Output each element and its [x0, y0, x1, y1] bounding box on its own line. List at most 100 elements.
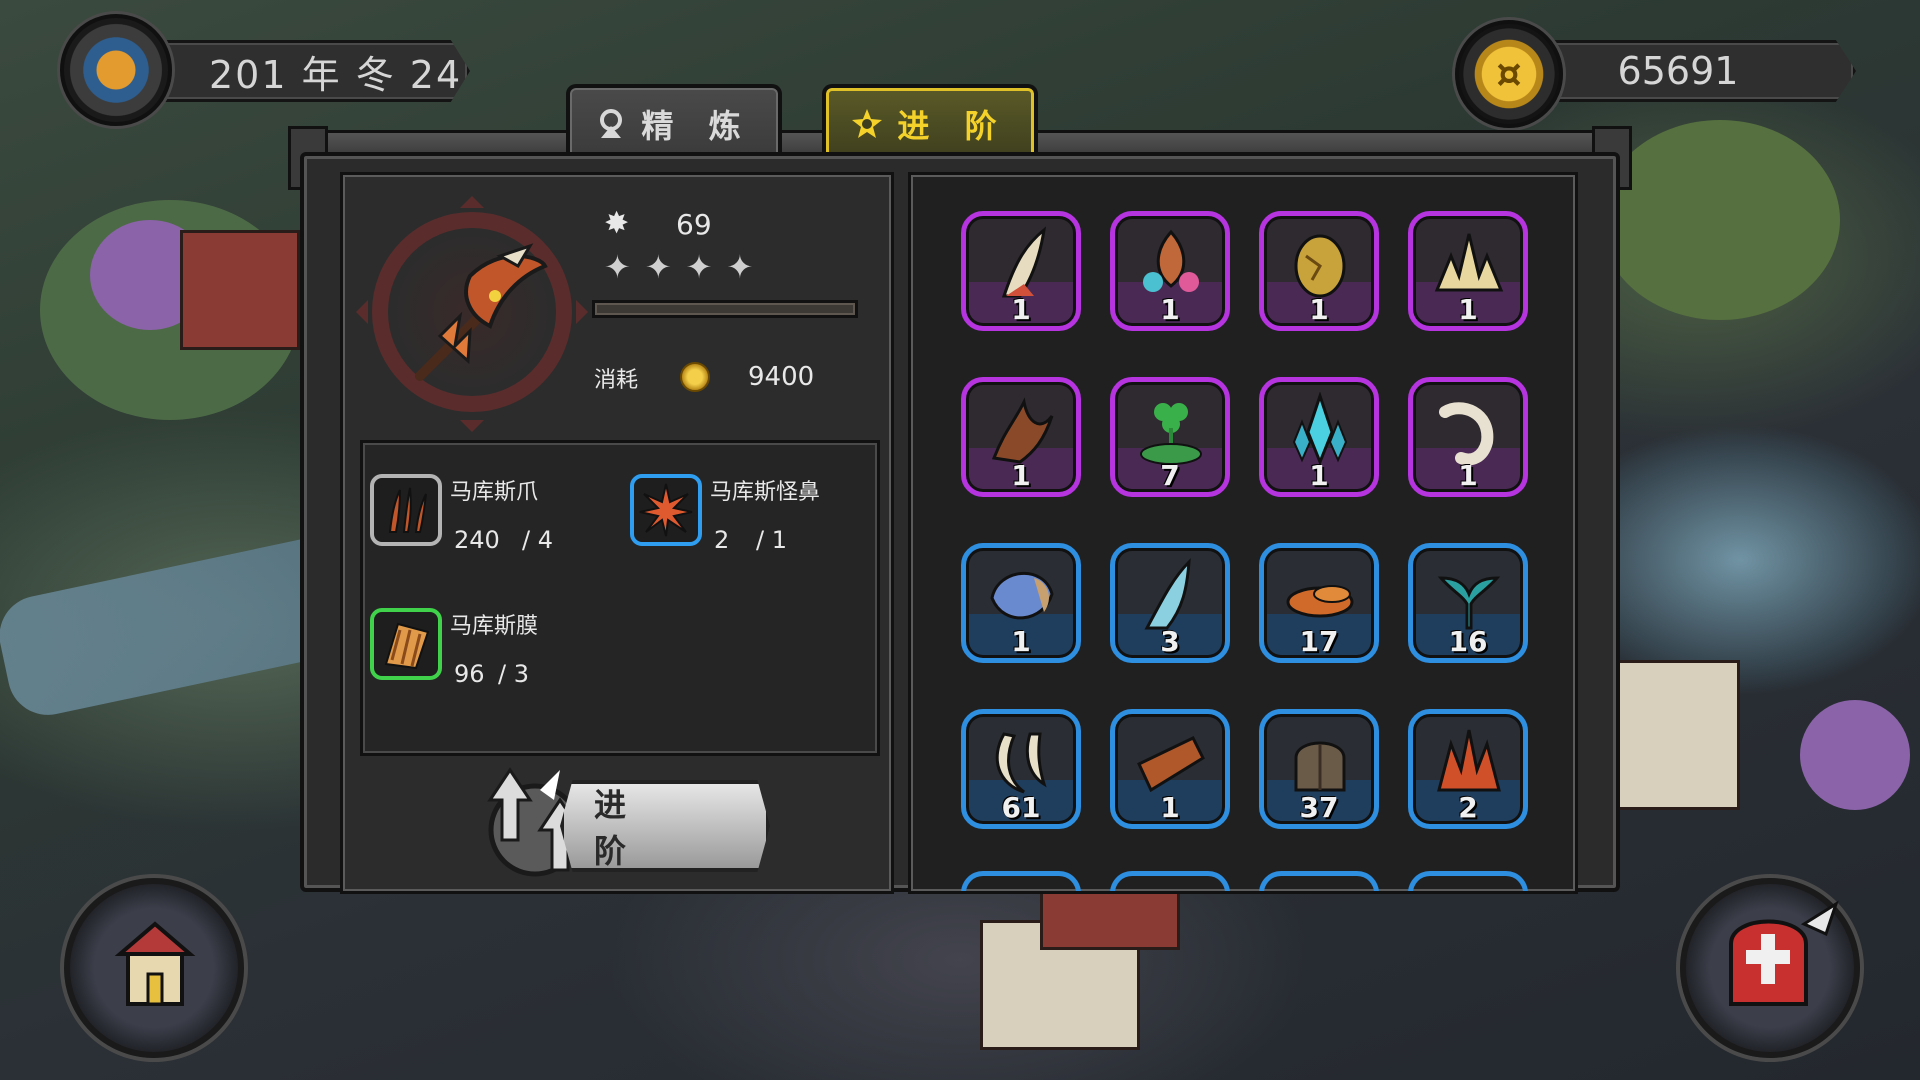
fang-icon: [995, 732, 1047, 794]
inventory-slot[interactable]: 1: [961, 211, 1081, 331]
item-quantity: 1: [1011, 459, 1031, 492]
item-quantity: 61: [1001, 791, 1041, 824]
inventory-slot[interactable]: 3: [1110, 543, 1230, 663]
star-icon: ✦: [685, 248, 713, 286]
inventory-slot[interactable]: 16: [1408, 543, 1528, 663]
material-name: 马库斯怪鼻: [710, 480, 821, 505]
date-text: 201 年 冬 24: [209, 52, 463, 97]
inventory-slot-partial[interactable]: [1408, 871, 1528, 891]
refine-gear-icon: [600, 109, 623, 138]
material-slot[interactable]: [370, 608, 442, 680]
star-rating: ✦ ✦ ✦ ✦: [604, 248, 753, 286]
item-quantity: 3: [1160, 625, 1180, 658]
horn-icon: [1001, 226, 1047, 298]
claw-icon: [388, 487, 427, 533]
inventory-slot[interactable]: 1: [1408, 377, 1528, 497]
material-need: / 1: [756, 526, 787, 554]
inventory-slot[interactable]: 1: [961, 377, 1081, 497]
spike-crown-icon: [1434, 233, 1504, 292]
inventory-slot[interactable]: 1: [1110, 709, 1230, 829]
crystal-icon: [1292, 392, 1348, 467]
coin-icon: [680, 362, 710, 392]
town-building-button[interactable]: [64, 878, 244, 1058]
cost-label: 消耗: [594, 368, 639, 393]
level-burst-icon: ✸: [604, 206, 630, 241]
item-quantity: 1: [1011, 293, 1031, 326]
material-slot[interactable]: [370, 474, 442, 546]
inventory-slot[interactable]: 37: [1259, 709, 1379, 829]
inventory-slot[interactable]: 1: [1259, 377, 1379, 497]
item-quantity: 1: [1160, 293, 1180, 326]
root-icon: [991, 397, 1054, 464]
equipment-level: 69: [676, 208, 712, 241]
flower-icon: [1143, 229, 1199, 292]
inventory-slot[interactable]: 1: [961, 543, 1081, 663]
item-quantity: 37: [1299, 791, 1339, 824]
background-tree: [1600, 120, 1840, 320]
star-icon: ✦: [604, 248, 631, 286]
gold-display: 65691: [1520, 40, 1856, 102]
inventory-slot-partial[interactable]: [1259, 871, 1379, 891]
date-display: 201 年 冬 24: [150, 40, 470, 102]
background-roof: [1040, 890, 1180, 950]
gold-coin-icon[interactable]: ¤: [1455, 20, 1563, 128]
gold-amount: 65691: [1617, 49, 1739, 93]
item-quantity: 1: [1160, 791, 1180, 824]
ring-marker-icon: [344, 300, 368, 324]
advance-star-icon: [852, 109, 883, 138]
inventory-slot[interactable]: 1: [1259, 211, 1379, 331]
inventory-slot-partial[interactable]: [1110, 871, 1230, 891]
hide-icon: [1137, 736, 1205, 793]
inventory-slot[interactable]: 1: [1408, 211, 1528, 331]
inventory-slot[interactable]: 7: [1110, 377, 1230, 497]
knight-helmet-icon: [1729, 900, 1839, 1006]
inventory-grid: 1 1 1 1 1 7 1 1 1 3 17 16 61 1 37 2: [961, 211, 1528, 829]
shell-icon: [990, 571, 1054, 620]
egg-icon: [1294, 234, 1346, 298]
background-house: [1600, 660, 1740, 810]
star-icon: ✦: [726, 248, 754, 286]
material-need: / 4: [522, 526, 553, 554]
item-quantity: 1: [1309, 293, 1329, 326]
inventory-panel[interactable]: 1 1 1 1 1 7 1 1 1 3 17 16 61 1 37 2: [908, 172, 1578, 894]
tail-icon: [1437, 576, 1501, 630]
hero-knight-button[interactable]: [1680, 878, 1860, 1058]
item-quantity: 7: [1160, 459, 1180, 492]
background-house: [180, 230, 300, 350]
inventory-slot[interactable]: 1: [1110, 211, 1230, 331]
advance-progress-bar: [592, 300, 858, 318]
item-quantity: 1: [1458, 459, 1478, 492]
material-slot[interactable]: [630, 474, 702, 546]
ring-marker-icon: [460, 184, 484, 208]
fire-leaf-icon: [1437, 729, 1501, 792]
membrane-icon: [384, 622, 430, 670]
tab-advance[interactable]: 进 阶: [822, 84, 1038, 160]
material-have: 2: [714, 526, 730, 554]
inventory-next-row: [961, 871, 1528, 891]
material-have: 240: [454, 526, 500, 554]
advance-button-label: 进 阶: [594, 786, 663, 870]
tab-refine[interactable]: 精 炼: [566, 84, 782, 160]
inventory-slot[interactable]: 61: [961, 709, 1081, 829]
item-quantity: 2: [1458, 791, 1478, 824]
material-name: 马库斯膜: [450, 614, 539, 639]
inventory-slot[interactable]: 2: [1408, 709, 1528, 829]
season-moon-icon[interactable]: [60, 14, 172, 126]
inventory-slot-partial[interactable]: [961, 871, 1081, 891]
tab-advance-label: 进 阶: [897, 107, 1009, 145]
item-quantity: 17: [1299, 625, 1339, 658]
material-name: 马库斯爪: [450, 480, 539, 505]
background-blossom: [1800, 700, 1910, 810]
spine-icon: [1439, 402, 1494, 466]
weapon-axe-icon[interactable]: [400, 236, 550, 386]
spiky-nose-icon: [639, 483, 693, 537]
item-quantity: 1: [1011, 625, 1031, 658]
scale-icon: [1294, 741, 1346, 792]
inventory-slot[interactable]: 17: [1259, 543, 1379, 663]
cost-value: 9400: [748, 362, 815, 392]
item-quantity: 16: [1448, 625, 1488, 658]
star-icon: ✦: [644, 248, 672, 286]
advance-button[interactable]: 进 阶: [560, 780, 770, 872]
house-icon: [114, 921, 196, 1006]
clover-icon: [1140, 403, 1202, 465]
